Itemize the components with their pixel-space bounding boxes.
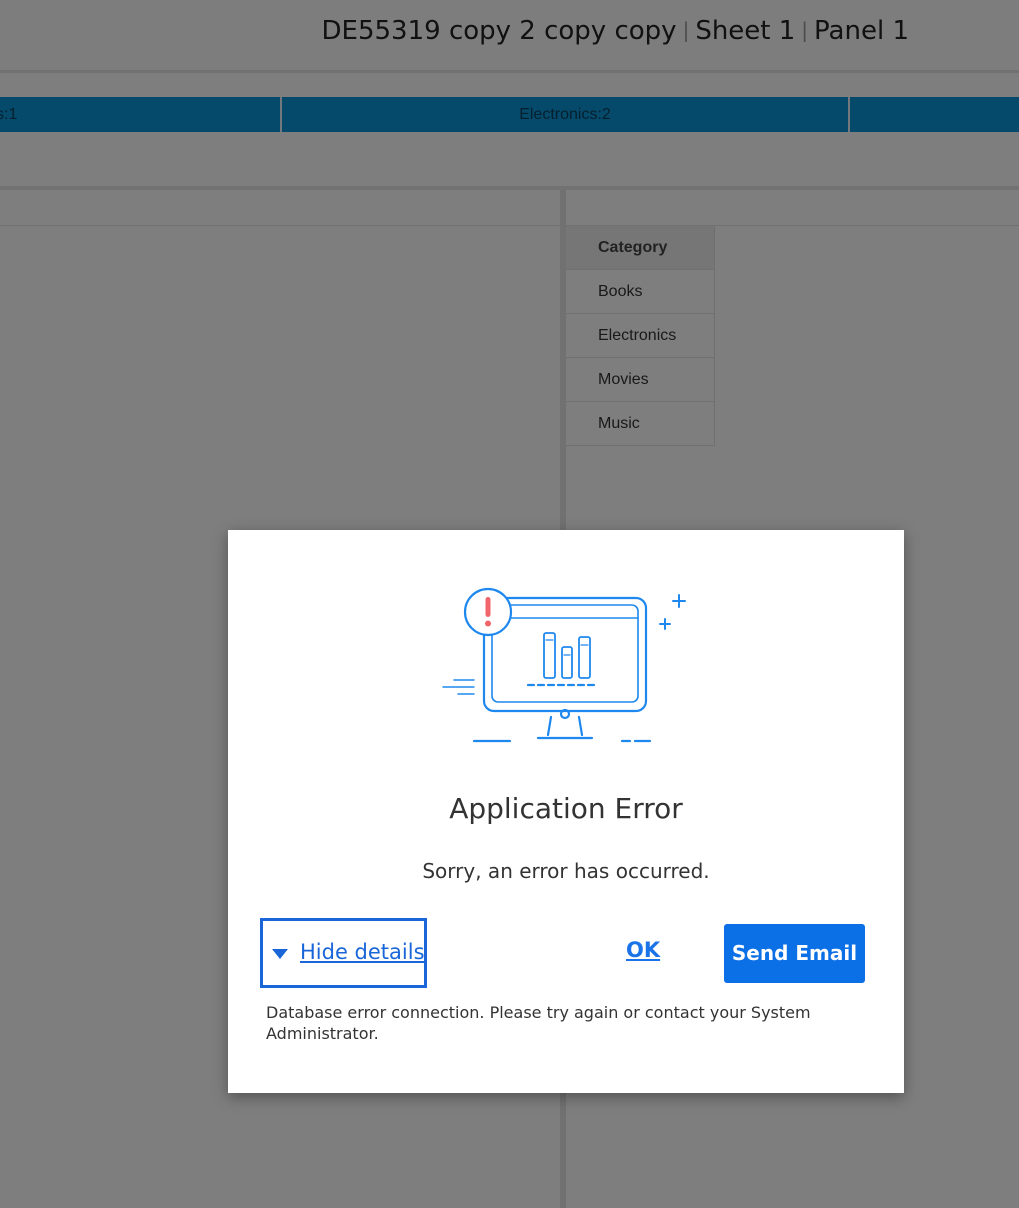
dialog-title: Application Error bbox=[449, 792, 683, 825]
ok-button[interactable]: OK bbox=[626, 938, 660, 962]
caret-down-icon bbox=[272, 949, 288, 959]
send-email-button[interactable]: Send Email bbox=[724, 924, 865, 983]
error-details-text: Database error connection. Please try ag… bbox=[266, 1003, 811, 1043]
hide-details-label[interactable]: Hide details bbox=[300, 940, 425, 964]
hide-details-toggle[interactable]: Hide details bbox=[260, 918, 427, 988]
error-message: Sorry, an error has occurred. bbox=[422, 859, 710, 883]
error-dialog: Application Error Sorry, an error has oc… bbox=[228, 530, 904, 1093]
monitor-error-icon bbox=[442, 587, 686, 743]
